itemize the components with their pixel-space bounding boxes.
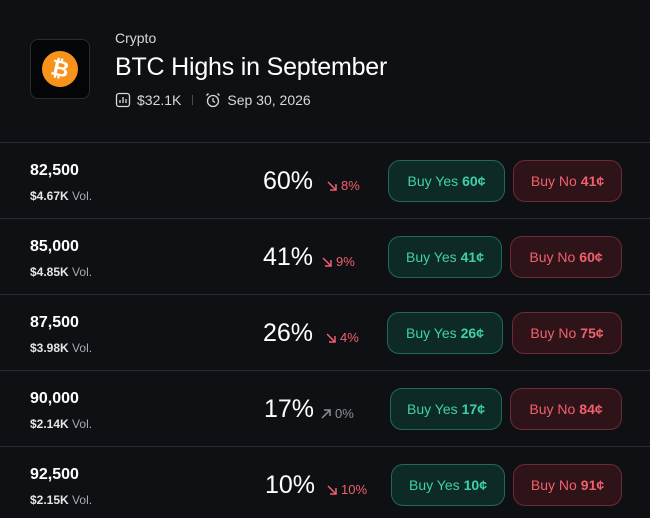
buy-no-button[interactable]: Buy No 84¢ — [510, 388, 622, 430]
market-meta: $32.1K Sep 30, 2026 — [115, 91, 311, 109]
outcome-volume-suffix: Vol. — [72, 417, 93, 431]
buy-no-label: Buy No — [529, 249, 576, 265]
outcome-volume-value: $4.85K — [30, 265, 69, 279]
outcome-volume-suffix: Vol. — [72, 265, 93, 279]
outcome-change-value: 8% — [341, 178, 360, 193]
buy-no-price: 91¢ — [580, 477, 605, 493]
bitcoin-icon: ₿ — [38, 47, 82, 91]
volume-chart-icon — [115, 92, 131, 108]
arrow-down-right-icon — [326, 332, 336, 343]
outcome-volume-value: $4.67K — [30, 189, 69, 203]
buy-no-price: 41¢ — [580, 173, 605, 189]
outcome-change: 9% — [321, 254, 355, 269]
market-category[interactable]: Crypto — [115, 30, 156, 46]
outcome-change-value: 0% — [335, 406, 354, 421]
buy-yes-button[interactable]: Buy Yes 60¢ — [388, 160, 505, 202]
meta-divider — [192, 95, 194, 105]
outcome-volume-value: $2.15K — [30, 493, 69, 507]
buy-yes-label: Buy Yes — [409, 477, 460, 493]
outcome-volume-value: $2.14K — [30, 417, 69, 431]
outcome-volume: $4.85K Vol. — [30, 265, 92, 279]
buy-no-price: 84¢ — [579, 401, 603, 417]
buy-yes-button[interactable]: Buy Yes 17¢ — [390, 388, 502, 430]
outcome-label: 85,000 — [30, 238, 79, 255]
market-logo: ₿ — [30, 39, 90, 99]
page-title: BTC Highs in September — [115, 53, 388, 81]
outcome-row[interactable]: 87,500 $3.98K Vol. 26% 4% Buy Yes 26¢ Buy… — [0, 294, 650, 370]
buy-no-button[interactable]: Buy No 75¢ — [512, 312, 622, 354]
outcome-change-value: 10% — [341, 482, 368, 497]
arrow-up-right-icon — [321, 408, 331, 419]
outcome-volume-suffix: Vol. — [72, 341, 93, 355]
outcome-label: 92,500 — [30, 466, 79, 483]
outcome-chance: 17% — [264, 395, 315, 423]
buy-no-label: Buy No — [530, 477, 577, 493]
outcome-change: 8% — [326, 178, 360, 193]
outcome-row[interactable]: 85,000 $4.85K Vol. 41% 9% Buy Yes 41¢ Buy… — [0, 218, 650, 294]
outcome-label: 82,500 — [30, 162, 79, 179]
alarm-clock-icon — [205, 92, 221, 108]
outcome-row[interactable]: 90,000 $2.14K Vol. 17% 0% Buy Yes 17¢ Buy… — [0, 370, 650, 446]
outcome-change: 0% — [320, 406, 354, 421]
buy-yes-label: Buy Yes — [406, 325, 457, 341]
outcome-chance: 10% — [265, 471, 316, 499]
arrow-down-right-icon — [322, 256, 332, 267]
outcome-change-value: 9% — [336, 254, 355, 269]
outcome-chance: 26% — [263, 319, 314, 347]
outcome-list: 82,500 $4.67K Vol. 60% 8% Buy Yes 60¢ Buy… — [0, 142, 650, 518]
arrow-down-right-icon — [327, 484, 337, 495]
outcome-change: 10% — [326, 482, 367, 497]
buy-yes-price: 10¢ — [463, 477, 487, 493]
market-volume: $32.1K — [137, 92, 182, 108]
outcome-row[interactable]: 82,500 $4.67K Vol. 60% 8% Buy Yes 60¢ Buy… — [0, 142, 650, 218]
buy-yes-price: 26¢ — [460, 325, 484, 341]
outcome-volume-suffix: Vol. — [72, 493, 93, 507]
outcome-volume: $4.67K Vol. — [30, 189, 92, 203]
buy-no-price: 75¢ — [580, 325, 604, 341]
outcome-volume: $3.98K Vol. — [30, 341, 92, 355]
market-end-date: Sep 30, 2026 — [227, 92, 311, 108]
arrow-down-right-icon — [327, 180, 337, 191]
outcome-volume-value: $3.98K — [30, 341, 69, 355]
buy-no-label: Buy No — [530, 325, 577, 341]
buy-yes-label: Buy Yes — [407, 401, 458, 417]
market-header: ₿ Crypto BTC Highs in September $32.1K S… — [0, 0, 650, 142]
outcome-volume-suffix: Vol. — [72, 189, 93, 203]
buy-no-price: 60¢ — [579, 249, 603, 265]
outcome-volume: $2.14K Vol. — [30, 417, 92, 431]
outcome-change: 4% — [325, 330, 359, 345]
buy-yes-price: 60¢ — [462, 173, 486, 189]
buy-no-button[interactable]: Buy No 60¢ — [510, 236, 622, 278]
outcome-row[interactable]: 92,500 $2.15K Vol. 10% 10% Buy Yes 10¢ Bu… — [0, 446, 650, 518]
outcome-label: 87,500 — [30, 314, 79, 331]
buy-yes-price: 41¢ — [460, 249, 484, 265]
outcome-change-value: 4% — [340, 330, 359, 345]
outcome-volume: $2.15K Vol. — [30, 493, 92, 507]
buy-yes-price: 17¢ — [461, 401, 485, 417]
buy-yes-button[interactable]: Buy Yes 41¢ — [388, 236, 502, 278]
bitcoin-symbol: ₿ — [48, 54, 72, 83]
buy-no-button[interactable]: Buy No 91¢ — [513, 464, 622, 506]
buy-yes-label: Buy Yes — [406, 249, 457, 265]
buy-yes-label: Buy Yes — [407, 173, 459, 189]
outcome-chance: 41% — [263, 243, 314, 271]
buy-yes-button[interactable]: Buy Yes 26¢ — [387, 312, 503, 354]
buy-no-label: Buy No — [530, 173, 577, 189]
buy-yes-button[interactable]: Buy Yes 10¢ — [391, 464, 505, 506]
outcome-chance: 60% — [263, 167, 314, 195]
outcome-label: 90,000 — [30, 390, 79, 407]
buy-no-button[interactable]: Buy No 41¢ — [513, 160, 622, 202]
buy-no-label: Buy No — [529, 401, 576, 417]
